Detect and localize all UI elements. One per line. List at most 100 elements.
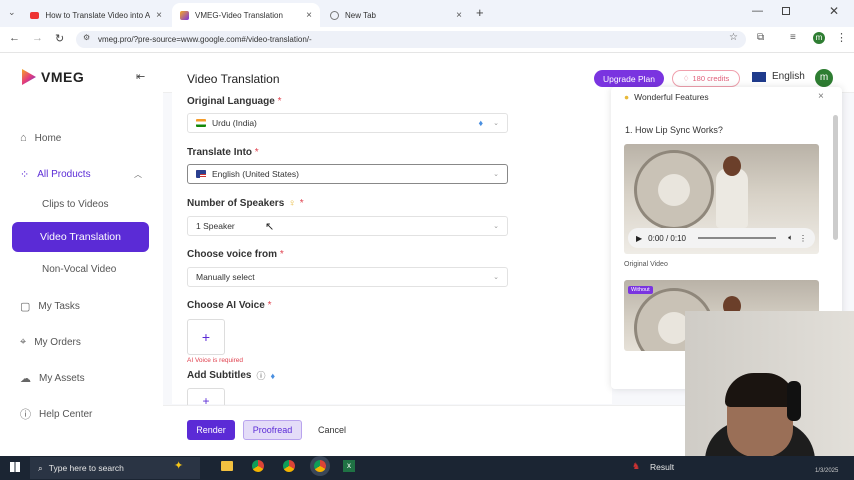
premium-diamond-icon: ♦ [270, 370, 276, 381]
chrome-profile-icon[interactable] [283, 460, 295, 472]
grid-icon: ⁘ [20, 168, 30, 181]
webcam-overlay [685, 311, 854, 456]
logo-text: VMEG [41, 69, 85, 85]
translate-into-select[interactable]: English (United States) ⌄ [187, 164, 508, 184]
minimize-icon[interactable]: — [752, 5, 763, 17]
progress-track[interactable] [697, 237, 777, 239]
url-text: vmeg.pro/?pre-source=www.google.com#/vid… [98, 35, 312, 44]
sidebar-item-my-orders[interactable]: ⌖ My Orders [20, 332, 81, 352]
search-placeholder: Type here to search [48, 463, 124, 473]
browser-tab-2[interactable]: VMEG-Video Translation × [172, 3, 320, 27]
more-options-icon[interactable]: ⋮ [799, 234, 807, 243]
close-panel-icon[interactable]: × [818, 91, 824, 102]
sidebar-item-help-center[interactable]: ⓘ Help Center [20, 404, 92, 424]
credits-label: 180 credits [692, 74, 730, 83]
chrome-active-icon[interactable] [314, 460, 326, 472]
label-text: Choose AI Voice [187, 300, 265, 311]
sidebar-item-label: Video Translation [40, 231, 121, 243]
required-mark: * [279, 249, 284, 260]
browser-tab-1[interactable]: How to Translate Video into An × [22, 3, 170, 27]
label-text: Choose voice from [187, 249, 278, 260]
video-window-shape [634, 150, 714, 230]
back-icon[interactable]: ← [9, 32, 20, 44]
sidebar-item-home[interactable]: ⌂ Home [20, 128, 61, 148]
close-window-icon[interactable]: ✕ [829, 4, 839, 18]
sidebar-item-clips-to-videos[interactable]: Clips to Videos [42, 199, 109, 210]
tray-app-icon[interactable]: ♞ [632, 461, 640, 472]
extensions-icon[interactable]: ⧉ [757, 32, 764, 43]
browser-tab-3[interactable]: New Tab × [322, 3, 470, 27]
video-caption: Original Video [624, 261, 668, 268]
proofread-button[interactable]: Proofread [243, 420, 302, 440]
add-ai-voice-button[interactable]: + [187, 319, 225, 355]
upgrade-plan-button[interactable]: Upgrade Plan [594, 70, 664, 87]
clipboard-icon: ▢ [20, 300, 31, 313]
avatar-initial: m [819, 72, 829, 83]
voice-from-select[interactable]: Manually select ⌄ [187, 267, 508, 287]
tab-search-icon[interactable]: ⌄ [8, 7, 16, 18]
sidebar-item-my-tasks[interactable]: ▢ My Tasks [20, 296, 80, 316]
forward-icon[interactable]: → [32, 32, 43, 44]
close-icon[interactable]: × [306, 10, 312, 21]
india-flag-icon [196, 119, 206, 127]
sidebar-item-my-assets[interactable]: ☁ My Assets [20, 368, 85, 388]
vmeg-favicon-icon [180, 10, 189, 20]
original-video-player[interactable]: ▶ 0:00 / 0:10 🔈︎ ⋮ [624, 144, 819, 254]
play-icon[interactable]: ▶ [636, 234, 642, 243]
menu-icon[interactable]: ⋮ [836, 31, 847, 44]
playlist-icon[interactable]: ≡ [790, 32, 796, 43]
video-time: 0:00 / 0:10 [648, 233, 686, 243]
select-value: English (United States) [212, 169, 299, 179]
windows-start-icon[interactable] [10, 462, 20, 472]
speakers-select[interactable]: 1 Speaker ⌄ [187, 216, 508, 236]
volume-icon[interactable]: 🔈︎ [788, 233, 793, 243]
cancel-button[interactable]: Cancel [310, 420, 354, 440]
lightbulb-icon: ● [624, 92, 630, 102]
file-explorer-icon[interactable] [221, 461, 233, 471]
chevron-down-icon: ⌄ [493, 274, 499, 281]
panel-scrollbar[interactable] [833, 115, 838, 240]
widgets-icon[interactable]: ✦ [174, 459, 183, 472]
sidebar-item-all-products[interactable]: ⁘ All Products ︿ [20, 164, 142, 184]
chrome-icon[interactable] [252, 460, 264, 472]
original-language-select[interactable]: Urdu (India) ♦ ⌄ [187, 113, 508, 133]
add-subtitles-button[interactable]: + [187, 388, 225, 405]
lightbulb-icon[interactable]: ♀ [288, 198, 296, 209]
diamond-icon: ♢ [682, 74, 690, 83]
required-mark: * [277, 96, 282, 107]
logo[interactable]: VMEG [22, 69, 84, 85]
excel-icon[interactable]: x [343, 460, 355, 472]
label-text: Translate Into [187, 147, 253, 158]
tab-title: New Tab [345, 10, 376, 20]
close-icon[interactable]: × [456, 10, 462, 21]
home-icon: ⌂ [20, 132, 27, 144]
required-mark: * [267, 300, 272, 311]
us-flag-icon [196, 170, 206, 178]
url-bar[interactable]: ⚙ vmeg.pro/?pre-source=www.google.com#/v… [76, 31, 746, 48]
user-avatar[interactable]: m [815, 69, 833, 87]
sidebar-item-video-translation[interactable]: Video Translation [12, 222, 149, 252]
vmeg-logo-icon [22, 69, 36, 85]
sidebar-item-non-vocal-video[interactable]: Non-Vocal Video [42, 264, 116, 275]
panel-title: Wonderful Features [634, 92, 709, 102]
reload-icon[interactable]: ↻ [55, 32, 64, 45]
panel-section-title: 1. How Lip Sync Works? [625, 125, 723, 135]
credits-badge[interactable]: ♢ 180 credits [672, 70, 740, 87]
info-icon[interactable]: ⓘ [256, 369, 265, 382]
browser-tab-bar: ⌄ How to Translate Video into An × VMEG-… [0, 0, 854, 27]
select-value: 1 Speaker [196, 221, 235, 231]
sidebar-item-label: My Assets [39, 372, 85, 384]
sidebar-item-label: My Orders [34, 336, 81, 348]
close-icon[interactable]: × [156, 10, 162, 21]
profile-icon[interactable]: m [813, 32, 825, 44]
new-tab-icon[interactable]: + [476, 5, 484, 20]
chevron-up-icon: ︿ [134, 169, 142, 179]
collapse-sidebar-icon[interactable]: ⇤ [136, 70, 145, 83]
language-selector[interactable]: English [752, 71, 805, 82]
render-button[interactable]: Render [187, 420, 235, 440]
upgrade-label: Upgrade Plan [603, 73, 655, 84]
site-info-icon[interactable]: ⚙ [83, 33, 90, 42]
bookmark-star-icon[interactable]: ☆ [729, 32, 738, 43]
restore-icon[interactable] [782, 7, 790, 15]
original-language-label: Original Language * [187, 96, 281, 107]
